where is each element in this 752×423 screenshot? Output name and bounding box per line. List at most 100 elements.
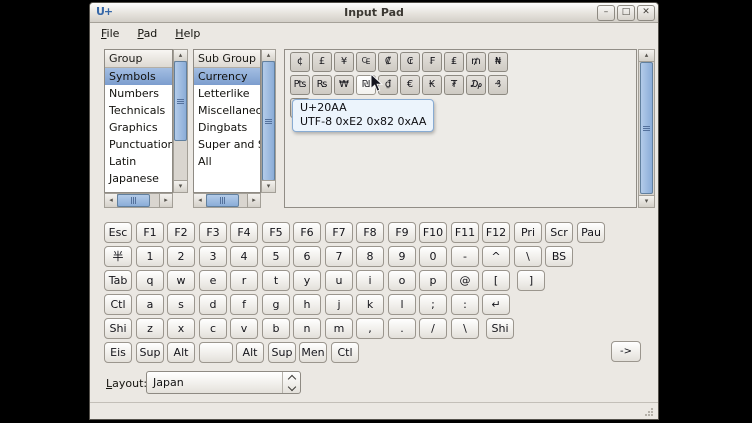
symbols-vertical-scrollbar[interactable]: ▴ ▾ bbox=[638, 49, 655, 208]
send-arrow-button[interactable]: -> bbox=[611, 341, 641, 362]
key-r[interactable]: r bbox=[230, 270, 258, 291]
key-r1c12[interactable]: ^ bbox=[482, 246, 510, 267]
symbol-button-u1-7[interactable]: ₮ bbox=[444, 75, 464, 95]
minimize-button[interactable]: – bbox=[597, 5, 615, 21]
symbol-button-u0-4[interactable]: ₡ bbox=[378, 52, 398, 72]
key-6[interactable]: 6 bbox=[293, 246, 321, 267]
resize-grip-icon[interactable] bbox=[645, 408, 654, 417]
key-d[interactable]: d bbox=[199, 294, 227, 315]
key-f4[interactable]: F4 bbox=[230, 222, 258, 243]
symbol-button-u0-0[interactable]: ¢ bbox=[290, 52, 310, 72]
symbol-button-u0-8[interactable]: ₥ bbox=[466, 52, 486, 72]
layout-combobox[interactable]: Japan bbox=[146, 371, 301, 394]
key-1[interactable]: 1 bbox=[136, 246, 164, 267]
list-item-super-and-subscript[interactable]: Super and Subscript bbox=[194, 136, 260, 153]
key-f8[interactable]: F8 bbox=[356, 222, 384, 243]
key-f7[interactable]: F7 bbox=[325, 222, 353, 243]
key-pri[interactable]: Pri bbox=[514, 222, 542, 243]
key-2[interactable]: 2 bbox=[167, 246, 195, 267]
key-f6[interactable]: F6 bbox=[293, 222, 321, 243]
scroll-down-icon[interactable]: ▾ bbox=[173, 180, 188, 193]
list-item-latin[interactable]: Latin bbox=[105, 153, 172, 170]
key-8[interactable]: 8 bbox=[356, 246, 384, 267]
key-pau[interactable]: Pau bbox=[577, 222, 605, 243]
key-eis[interactable]: Eis bbox=[104, 342, 132, 363]
key-tab[interactable]: Tab bbox=[104, 270, 132, 291]
key-r5c3[interactable] bbox=[199, 342, 233, 363]
list-item-graphics[interactable]: Graphics bbox=[105, 119, 172, 136]
key-m[interactable]: m bbox=[325, 318, 353, 339]
list-item-japanese[interactable]: Japanese bbox=[105, 170, 172, 187]
key-r2c13[interactable]: ] bbox=[517, 270, 545, 291]
scroll-right-icon[interactable]: ▸ bbox=[159, 193, 173, 208]
key-w[interactable]: w bbox=[167, 270, 195, 291]
menu-item-file[interactable]: File bbox=[92, 23, 128, 46]
key-4[interactable]: 4 bbox=[230, 246, 258, 267]
symbol-button-u1-0[interactable]: ₧ bbox=[290, 75, 310, 95]
symbol-button-u1-1[interactable]: ₨ bbox=[312, 75, 332, 95]
key-r2c12[interactable]: [ bbox=[482, 270, 510, 291]
symbol-button-u0-7[interactable]: ₤ bbox=[444, 52, 464, 72]
key-3[interactable]: 3 bbox=[199, 246, 227, 267]
list-item-all[interactable]: All bbox=[194, 153, 260, 170]
key-f12[interactable]: F12 bbox=[482, 222, 510, 243]
symbol-button-u0-1[interactable]: £ bbox=[312, 52, 332, 72]
key-v[interactable]: v bbox=[230, 318, 258, 339]
key-sup[interactable]: Sup bbox=[268, 342, 296, 363]
key-n[interactable]: n bbox=[293, 318, 321, 339]
key-f[interactable]: f bbox=[230, 294, 258, 315]
key-5[interactable]: 5 bbox=[262, 246, 290, 267]
key-c[interactable]: c bbox=[199, 318, 227, 339]
symbol-button-u0-9[interactable]: ₦ bbox=[488, 52, 508, 72]
key-r3c11[interactable]: : bbox=[451, 294, 479, 315]
scroll-right-icon[interactable]: ▸ bbox=[247, 193, 261, 208]
key-x[interactable]: x bbox=[167, 318, 195, 339]
key-sup[interactable]: Sup bbox=[136, 342, 164, 363]
group-vertical-scrollbar[interactable]: ▴ ▾ bbox=[173, 49, 188, 193]
key-r4c8[interactable]: , bbox=[356, 318, 384, 339]
key-l[interactable]: l bbox=[388, 294, 416, 315]
menu-item-help[interactable]: Help bbox=[166, 23, 209, 46]
key-z[interactable]: z bbox=[136, 318, 164, 339]
scrollbar-thumb[interactable] bbox=[206, 194, 239, 207]
key-men[interactable]: Men bbox=[299, 342, 327, 363]
key-r4c9[interactable]: . bbox=[388, 318, 416, 339]
key-a[interactable]: a bbox=[136, 294, 164, 315]
combo-spinner[interactable] bbox=[282, 372, 300, 393]
key-i[interactable]: i bbox=[356, 270, 384, 291]
scroll-left-icon[interactable]: ◂ bbox=[104, 193, 118, 208]
key-alt[interactable]: Alt bbox=[236, 342, 264, 363]
subgroup-vertical-scrollbar[interactable]: ▴ ▾ bbox=[261, 49, 276, 193]
symbol-button-u1-8[interactable]: ₯ bbox=[466, 75, 486, 95]
list-item-currency[interactable]: Currency bbox=[194, 68, 260, 85]
maximize-button[interactable]: □ bbox=[617, 5, 635, 21]
key-r1c13[interactable]: \ bbox=[514, 246, 542, 267]
key-f11[interactable]: F11 bbox=[451, 222, 479, 243]
symbol-button-u1-6[interactable]: ₭ bbox=[422, 75, 442, 95]
symbol-button-u1-9[interactable]: ₰ bbox=[488, 75, 508, 95]
group-horizontal-scrollbar[interactable]: ◂ ▸ bbox=[104, 193, 173, 208]
key-shi[interactable]: Shi bbox=[486, 318, 514, 339]
list-item-dingbats[interactable]: Dingbats bbox=[194, 119, 260, 136]
symbol-button-u1-2[interactable]: ₩ bbox=[334, 75, 354, 95]
scrollbar-thumb[interactable] bbox=[174, 61, 187, 141]
key-f1[interactable]: F1 bbox=[136, 222, 164, 243]
key-p[interactable]: p bbox=[419, 270, 447, 291]
key-ctl[interactable]: Ctl bbox=[331, 342, 359, 363]
symbol-button-u0-3[interactable]: ₠ bbox=[356, 52, 376, 72]
key-f5[interactable]: F5 bbox=[262, 222, 290, 243]
key-q[interactable]: q bbox=[136, 270, 164, 291]
scroll-down-icon[interactable]: ▾ bbox=[261, 180, 276, 193]
key-9[interactable]: 9 bbox=[388, 246, 416, 267]
key-scr[interactable]: Scr bbox=[545, 222, 573, 243]
key-shi[interactable]: Shi bbox=[104, 318, 132, 339]
key-r2c11[interactable]: @ bbox=[451, 270, 479, 291]
key-j[interactable]: j bbox=[325, 294, 353, 315]
titlebar[interactable]: U+ Input Pad – □ ✕ bbox=[90, 3, 658, 23]
key-f10[interactable]: F10 bbox=[419, 222, 447, 243]
key-0[interactable]: 0 bbox=[419, 246, 447, 267]
key-u[interactable]: u bbox=[325, 270, 353, 291]
key-7[interactable]: 7 bbox=[325, 246, 353, 267]
list-item-punctuation[interactable]: Punctuation bbox=[105, 136, 172, 153]
key-f2[interactable]: F2 bbox=[167, 222, 195, 243]
